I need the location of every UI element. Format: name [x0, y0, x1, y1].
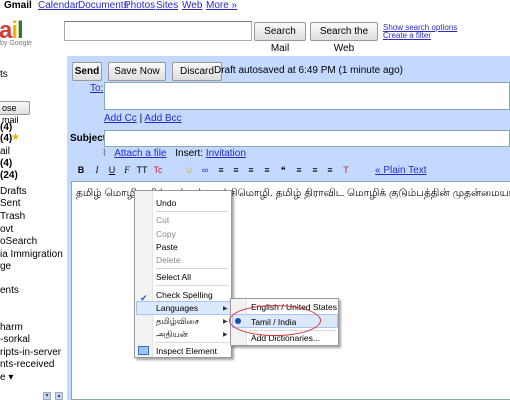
top-navigation: Gmail Calendar Documents Photos Sites We… [0, 0, 510, 13]
paperclip-icon: ⌇ [102, 148, 107, 159]
scroll-up-icon[interactable]: ▴ [55, 392, 63, 400]
create-filter-link[interactable]: Create a filter [383, 32, 457, 40]
font-icon[interactable]: F [121, 164, 133, 177]
invitation-link[interactable]: Invitation [206, 148, 246, 159]
nav-photos[interactable]: Photos [124, 0, 155, 11]
indent-less-icon[interactable]: ≡ [245, 164, 257, 177]
search-web-button[interactable]: Search the Web [310, 22, 378, 54]
align-right-icon[interactable]: ≡ [324, 164, 336, 177]
search-input[interactable] [64, 21, 252, 41]
menu-separator [155, 285, 229, 286]
attach-row: ⌇ Attach a file Insert: Invitation [102, 148, 246, 159]
sidebar-label-ge[interactable]: ge [0, 261, 11, 272]
menu-item-inspect-element[interactable]: Inspect Element [156, 346, 217, 356]
menu-separator [155, 342, 229, 343]
bold-icon[interactable]: B [75, 164, 87, 177]
sidebar-label-harm[interactable]: harm [0, 322, 23, 333]
font-size-icon[interactable]: TT [136, 164, 148, 177]
sidebar-label-osearch[interactable]: oSearch [0, 236, 37, 247]
menu-item-copy[interactable]: Copy [156, 229, 176, 239]
red-highlight-oval [229, 305, 321, 336]
text-color-icon[interactable]: Tc [152, 164, 164, 177]
align-center-icon[interactable]: ≡ [309, 164, 321, 177]
menu-item-undo[interactable]: Undo [156, 198, 176, 208]
star-icon: ★ [11, 132, 20, 143]
menu-item-check-spelling[interactable]: Check Spelling [156, 290, 213, 300]
nav-web[interactable]: Web [182, 0, 202, 11]
sidebar-label-scripts[interactable]: ripts-in-server [0, 347, 61, 358]
nav-sites[interactable]: Sites [156, 0, 178, 11]
sidebar-label-ents[interactable]: ents [0, 285, 19, 296]
sidebar-item-mail[interactable]: ail [0, 146, 10, 157]
send-button[interactable]: Send [72, 62, 102, 81]
insert-label: Insert: [175, 148, 204, 159]
sidebar-label-sorkal[interactable]: -sorkal [0, 334, 30, 345]
sidebar-label-immigration[interactable]: ia Immigration [0, 249, 63, 260]
menu-item-dictionary[interactable]: அதியன் [156, 329, 188, 341]
compose-mail-button[interactable]: ose mail [0, 101, 30, 125]
menu-item-delete[interactable]: Delete [156, 255, 181, 265]
sidebar-item-contacts[interactable]: ts [0, 69, 8, 80]
subject-field[interactable] [104, 130, 510, 147]
sidebar-item-all[interactable]: (24) [0, 170, 18, 181]
to-field[interactable] [104, 82, 510, 110]
search-mail-button[interactable]: Search Mail [254, 22, 306, 54]
nav-calendar[interactable]: Calendar [38, 0, 79, 11]
sidebar-item-chats[interactable]: (4) [0, 158, 12, 169]
sidebar-label-ovt[interactable]: ovt [0, 224, 13, 235]
menu-item-languages[interactable]: Languages [156, 303, 198, 313]
search-options-links: Show search options Create a filter [383, 24, 457, 40]
cc-separator: | [139, 113, 143, 124]
plain-text-link[interactable]: « Plain Text [375, 165, 427, 176]
to-label[interactable]: To: [90, 83, 103, 94]
attach-file-link[interactable]: Attach a file [114, 148, 166, 159]
logo-subtitle: by Google [0, 40, 32, 47]
add-cc-link[interactable]: Add Cc [104, 113, 137, 124]
draft-status: Draft autosaved at 6:49 PM (1 minute ago… [214, 65, 403, 76]
sidebar-label-received[interactable]: nts-received [0, 359, 54, 370]
submenu-arrow-icon: ▶ [223, 306, 228, 312]
remove-formatting-icon[interactable]: T [340, 164, 352, 177]
menu-separator [155, 268, 229, 269]
menu-item-select-all[interactable]: Select All [156, 272, 191, 282]
scroll-down-icon[interactable]: ▾ [43, 392, 51, 400]
submenu-arrow-icon: ▶ [223, 332, 228, 338]
menu-gutter [135, 191, 153, 357]
emoticon-icon[interactable]: ☺ [183, 164, 195, 177]
formatting-toolbar: B I U F TT Tc ☺ ∞ ≡ ≡ ≡ ≡ ❝ ≡ ≡ ≡ T « Pl… [75, 164, 510, 179]
gmail-logo[interactable]: ail by Google [0, 18, 32, 48]
italic-icon[interactable]: I [91, 164, 103, 177]
sidebar-item-trash[interactable]: Trash [0, 211, 25, 222]
menu-item-tamil-ime[interactable]: தமிழ்விசை [156, 316, 199, 328]
menu-item-paste[interactable]: Paste [156, 242, 178, 252]
link-icon[interactable]: ∞ [199, 164, 211, 177]
sidebar-more-labels[interactable]: e ▾ [0, 372, 13, 383]
menu-separator [155, 211, 229, 212]
nav-more[interactable]: More » [206, 0, 237, 11]
cc-bcc-links: Add Cc | Add Bcc [104, 113, 182, 124]
sidebar: ts ose mail (4) (4) ★ ail (4) (24) Draft… [0, 60, 63, 400]
nav-documents[interactable]: Documents [78, 0, 129, 11]
indent-more-icon[interactable]: ≡ [261, 164, 273, 177]
add-bcc-link[interactable]: Add Bcc [144, 113, 181, 124]
submenu-arrow-icon: ▶ [223, 319, 228, 325]
bulleted-list-icon[interactable]: ≡ [230, 164, 242, 177]
quote-icon[interactable]: ❝ [277, 164, 289, 177]
sidebar-item-sent[interactable]: Sent [0, 198, 21, 209]
sidebar-item-drafts[interactable]: Drafts [0, 186, 27, 197]
menu-item-cut[interactable]: Cut [156, 215, 169, 225]
inspect-element-icon [138, 346, 149, 355]
context-menu: Undo Cut Copy Paste Delete Select All ✔ … [134, 190, 232, 358]
nav-gmail[interactable]: Gmail [4, 0, 32, 11]
underline-icon[interactable]: U [106, 164, 118, 177]
checkmark-icon: ✔ [140, 293, 148, 303]
numbered-list-icon[interactable]: ≡ [215, 164, 227, 177]
align-left-icon[interactable]: ≡ [293, 164, 305, 177]
save-now-button[interactable]: Save Now [108, 62, 166, 81]
